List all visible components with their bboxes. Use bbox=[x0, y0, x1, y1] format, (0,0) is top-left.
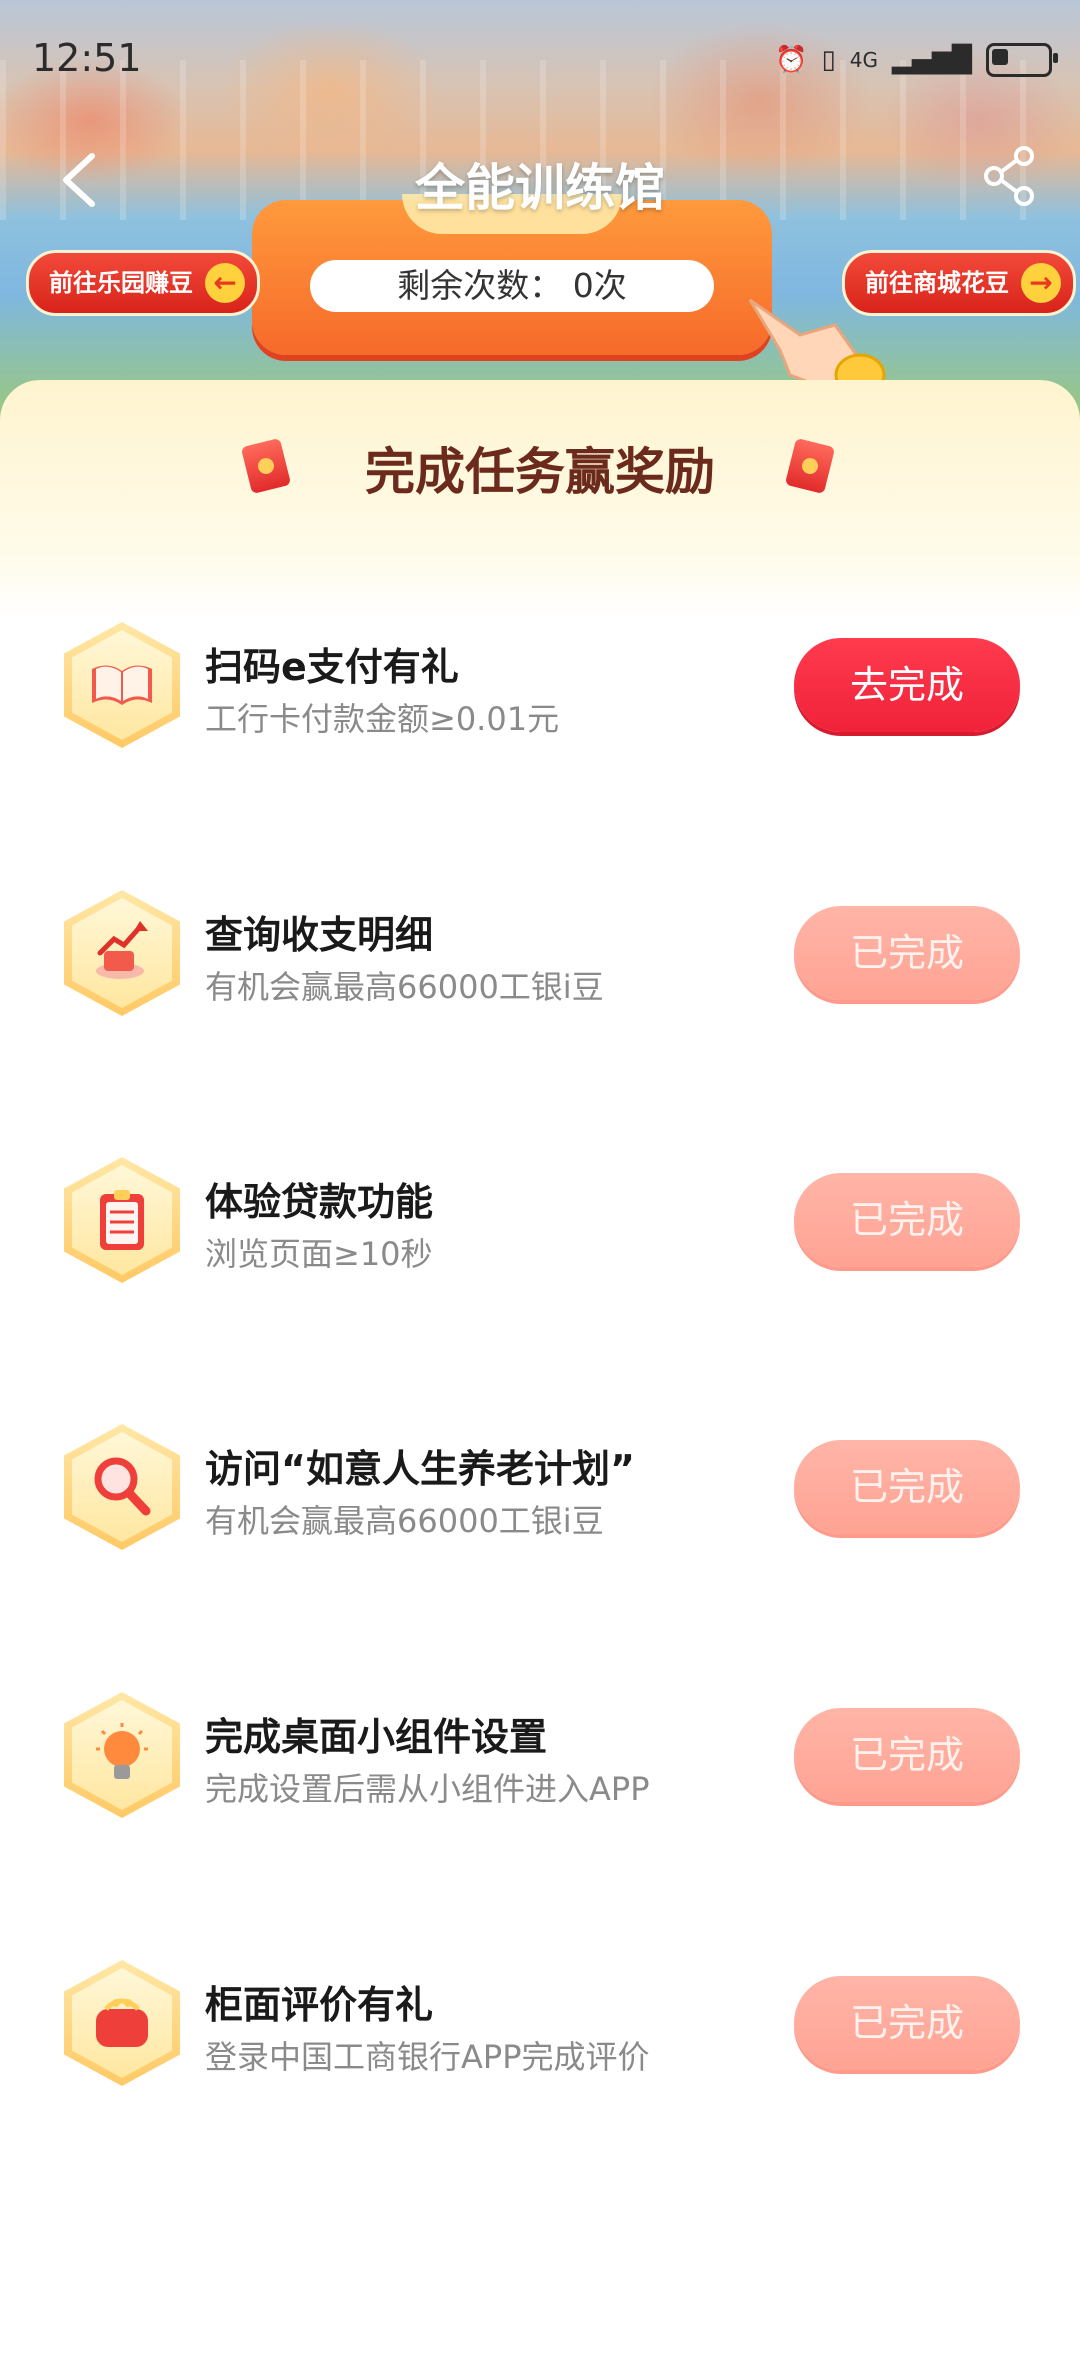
task-subtitle: 完成设置后需从小组件进入APP bbox=[205, 1770, 650, 1808]
book-icon bbox=[92, 665, 152, 705]
task-icon-frame bbox=[64, 1424, 180, 1550]
task-title: 柜面评价有礼 bbox=[205, 1983, 434, 2027]
arrow-right-icon: → bbox=[1021, 263, 1061, 303]
task-done-button[interactable]: 已完成 bbox=[794, 1173, 1020, 1267]
go-to-park-button[interactable]: 前往乐园赚豆 ← bbox=[26, 250, 260, 316]
task-item: 查询收支明细 有机会赢最高66000工银i豆 已完成 bbox=[0, 888, 1080, 1018]
task-title: 体验贷款功能 bbox=[205, 1180, 434, 1224]
task-icon-frame bbox=[64, 622, 180, 748]
task-done-button[interactable]: 已完成 bbox=[794, 1976, 1020, 2070]
task-title: 完成桌面小组件设置 bbox=[205, 1715, 548, 1759]
task-subtitle: 登录中国工商银行APP完成评价 bbox=[205, 2038, 650, 2076]
network-label: 4G bbox=[849, 48, 879, 72]
task-go-button[interactable]: 去完成 bbox=[794, 638, 1020, 732]
arrow-left-icon: ← bbox=[205, 263, 245, 303]
task-title: 访问“如意人生养老计划” bbox=[205, 1447, 635, 1491]
task-item: 柜面评价有礼 登录中国工商银行APP完成评价 已完成 bbox=[0, 1958, 1080, 2088]
wallet-icon bbox=[96, 1998, 148, 2047]
page-title: 全能训练馆 bbox=[415, 159, 665, 217]
task-title: 查询收支明细 bbox=[205, 913, 434, 957]
alarm-icon: ⏰ bbox=[775, 45, 808, 75]
clipboard-icon bbox=[100, 1190, 144, 1250]
task-icon-frame bbox=[64, 1692, 180, 1818]
task-done-button[interactable]: 已完成 bbox=[794, 1708, 1020, 1802]
task-icon-frame bbox=[64, 890, 180, 1016]
task-icon-frame bbox=[64, 1960, 180, 2086]
remaining-count: 剩余次数： 0次 bbox=[310, 260, 714, 312]
task-item: 体验贷款功能 浏览页面≥10秒 已完成 bbox=[0, 1155, 1080, 1285]
vibrate-icon: ▯ bbox=[821, 45, 836, 75]
remaining-value: 0次 bbox=[572, 266, 627, 305]
battery-icon bbox=[986, 43, 1058, 77]
chart-icon bbox=[96, 921, 148, 979]
tasks-card: 完成任务赢奖励 扫码e支付有礼 工行卡付款金额≥0.01元 去完成 查询收支明细… bbox=[0, 380, 1080, 2376]
status-time: 12:51 bbox=[32, 36, 142, 80]
task-subtitle: 工行卡付款金额≥0.01元 bbox=[205, 700, 560, 738]
task-subtitle: 有机会赢最高66000工银i豆 bbox=[205, 968, 604, 1006]
go-to-mall-label: 前往商城花豆 bbox=[865, 269, 1009, 297]
task-subtitle: 浏览页面≥10秒 bbox=[205, 1235, 433, 1273]
task-icon-frame bbox=[64, 1157, 180, 1283]
task-done-button[interactable]: 已完成 bbox=[794, 906, 1020, 1000]
task-title: 扫码e支付有礼 bbox=[205, 645, 459, 689]
tasks-title: 完成任务赢奖励 bbox=[365, 443, 715, 501]
task-item: 完成桌面小组件设置 完成设置后需从小组件进入APP 已完成 bbox=[0, 1690, 1080, 1820]
status-icons: ⏰ ▯ 4G ▂▄▆█ bbox=[775, 40, 1058, 80]
nav-bar: 全能训练馆 bbox=[0, 130, 1080, 230]
task-item: 扫码e支付有礼 工行卡付款金额≥0.01元 去完成 bbox=[0, 620, 1080, 750]
task-item: 访问“如意人生养老计划” 有机会赢最高66000工银i豆 已完成 bbox=[0, 1422, 1080, 1552]
share-icon[interactable] bbox=[980, 144, 1040, 208]
magnifier-icon bbox=[94, 1457, 151, 1516]
remaining-label: 剩余次数： bbox=[397, 266, 563, 305]
task-done-button[interactable]: 已完成 bbox=[794, 1440, 1020, 1534]
status-bar: 12:51 ⏰ ▯ 4G ▂▄▆█ bbox=[0, 0, 1080, 110]
lightbulb-icon bbox=[96, 1723, 148, 1779]
task-subtitle: 有机会赢最高66000工银i豆 bbox=[205, 1502, 604, 1540]
signal-icon: ▂▄▆█ bbox=[892, 45, 972, 75]
go-to-mall-button[interactable]: 前往商城花豆 → bbox=[842, 250, 1076, 316]
go-to-park-label: 前往乐园赚豆 bbox=[49, 269, 193, 297]
